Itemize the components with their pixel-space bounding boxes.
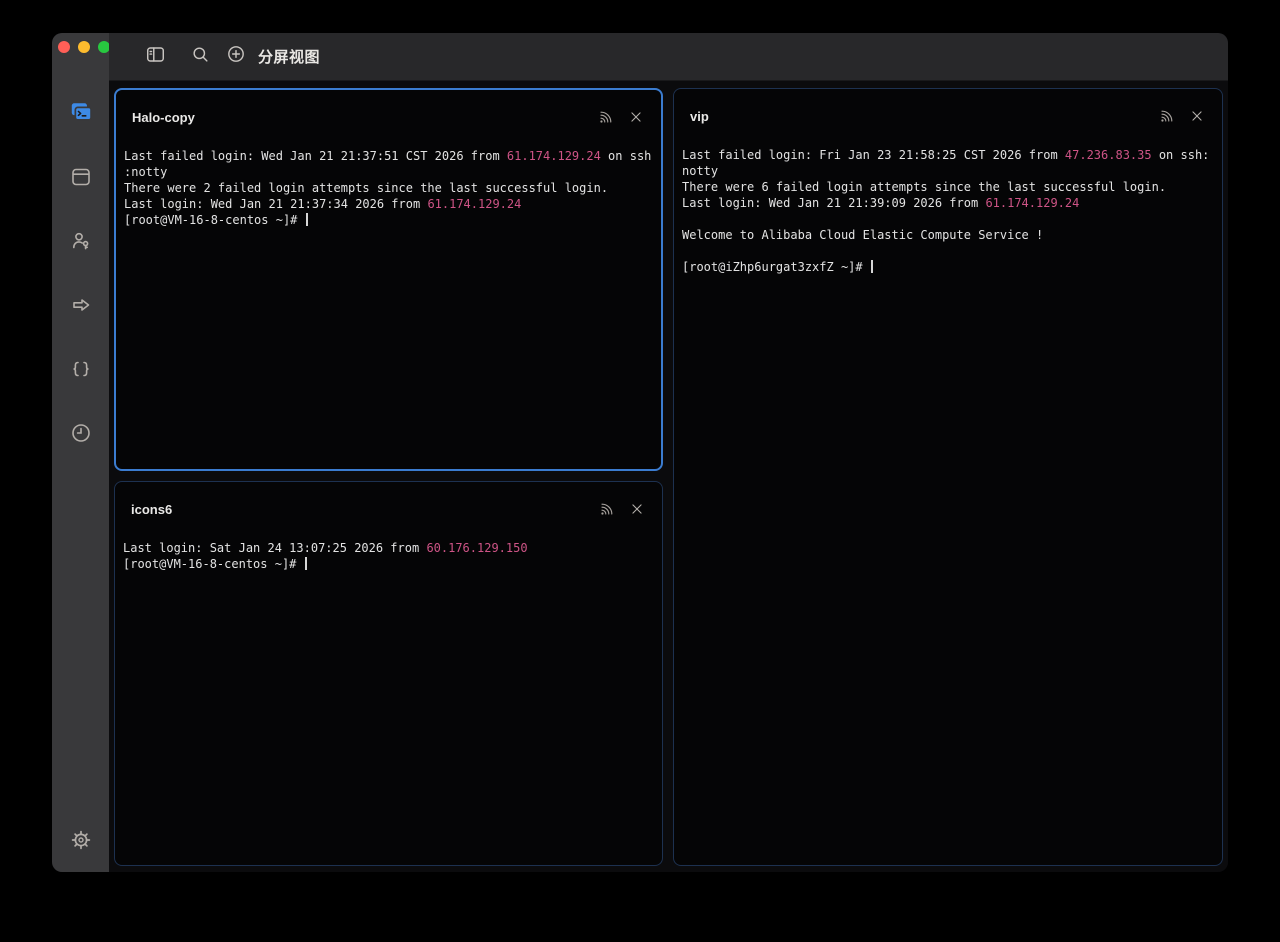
- add-terminal-button[interactable]: [226, 44, 246, 69]
- sidebar-nav: [52, 99, 109, 447]
- terminal-line: Last login: Wed Jan 21 21:37:34 2026 fro…: [124, 196, 659, 212]
- history-clock-icon: [69, 421, 93, 445]
- terminal-output[interactable]: Last login: Sat Jan 24 13:07:25 2026 fro…: [115, 522, 662, 572]
- terminal-line: [root@VM-16-8-centos ~]#: [124, 212, 659, 228]
- search-button[interactable]: [191, 45, 210, 69]
- pane-title: Halo-copy: [132, 110, 195, 125]
- settings-gear-icon: [69, 828, 93, 852]
- terminal-output[interactable]: Last failed login: Fri Jan 23 21:58:25 C…: [674, 129, 1222, 275]
- sidebar: [52, 33, 109, 872]
- pane-title: icons6: [131, 502, 172, 517]
- pane-header: icons6: [115, 482, 662, 522]
- minimize-window-button[interactable]: [78, 41, 90, 53]
- snippets-braces-icon: [69, 357, 93, 381]
- vault-box-icon: [69, 165, 93, 189]
- terminal-line: notty: [682, 163, 1220, 179]
- port-forwarding-arrow-icon: [69, 293, 93, 317]
- close-icon[interactable]: [630, 502, 644, 516]
- terminal-line: Welcome to Alibaba Cloud Elastic Compute…: [682, 227, 1220, 243]
- toolbar: 分屏视图: [109, 33, 1228, 81]
- pane-header: vip: [674, 89, 1222, 129]
- terminal-line: [root@iZhp6urgat3zxfZ ~]#: [682, 259, 1220, 275]
- identities-key-user-icon: [69, 229, 93, 253]
- sidebar-item-history[interactable]: [67, 419, 95, 447]
- close-icon[interactable]: [1190, 109, 1204, 123]
- terminal-pane-icons6: icons6 Last login: Sat Jan 24 13: [114, 481, 663, 866]
- broadcast-icon[interactable]: [1159, 108, 1175, 124]
- window-controls: [58, 41, 110, 53]
- close-icon[interactable]: [629, 110, 643, 124]
- terminal-line: [682, 211, 1220, 227]
- terminal-line: Last login: Wed Jan 21 21:39:09 2026 fro…: [682, 195, 1220, 211]
- sidebar-item-port-forwarding[interactable]: [67, 291, 95, 319]
- terminal-pane-halo-copy: Halo-copy Last failed login: Wed: [114, 88, 663, 471]
- broadcast-icon[interactable]: [599, 501, 615, 517]
- terminal-pane-vip: vip Last failed login: Fri Jan 2: [673, 88, 1223, 866]
- terminal-cursor: [305, 557, 307, 570]
- sidebar-item-sessions[interactable]: [67, 99, 95, 127]
- close-window-button[interactable]: [58, 41, 70, 53]
- page-title: 分屏视图: [258, 46, 320, 67]
- sidebar-item-vaults[interactable]: [67, 163, 95, 191]
- sidebar-item-settings[interactable]: [67, 826, 95, 854]
- add-circle-icon: [226, 44, 246, 69]
- search-icon: [191, 45, 210, 69]
- terminal-cursor: [306, 213, 308, 226]
- terminal-line: :notty: [124, 164, 659, 180]
- terminal-line: [682, 243, 1220, 259]
- terminal-line: Last login: Sat Jan 24 13:07:25 2026 fro…: [123, 540, 660, 556]
- terminal-line: Last failed login: Wed Jan 21 21:37:51 C…: [124, 148, 659, 164]
- terminal-line: There were 6 failed login attempts since…: [682, 179, 1220, 195]
- terminal-line: Last failed login: Fri Jan 23 21:58:25 C…: [682, 147, 1220, 163]
- terminal-line: [root@VM-16-8-centos ~]#: [123, 556, 660, 572]
- terminal-sessions-icon: [68, 100, 94, 126]
- app-window: 分屏视图 Halo-copy: [52, 33, 1228, 872]
- pane-title: vip: [690, 109, 709, 124]
- sidebar-toggle-icon: [145, 45, 166, 69]
- sidebar-item-identities[interactable]: [67, 227, 95, 255]
- pane-header: Halo-copy: [116, 90, 661, 130]
- broadcast-icon[interactable]: [598, 109, 614, 125]
- terminal-output[interactable]: Last failed login: Wed Jan 21 21:37:51 C…: [116, 130, 661, 228]
- terminal-line: There were 2 failed login attempts since…: [124, 180, 659, 196]
- sidebar-toggle-button[interactable]: [145, 45, 166, 69]
- terminal-cursor: [871, 260, 873, 273]
- sidebar-item-snippets[interactable]: [67, 355, 95, 383]
